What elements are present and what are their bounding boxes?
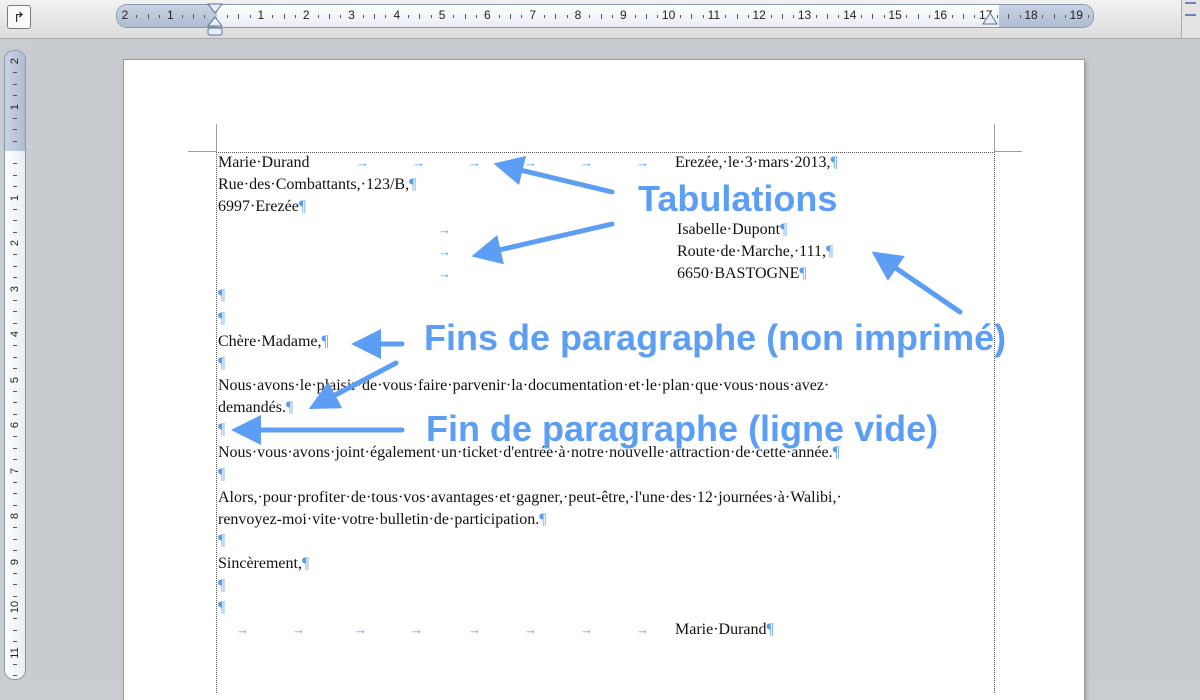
arrow-tabulations-1 (493, 155, 615, 195)
arrow-tabulations-2 (471, 221, 615, 265)
callout-paragraph-marks: Fins de paragraphe (non imprimé) (424, 317, 1007, 358)
arrow-pilcrow-address (871, 251, 963, 315)
callout-empty-line: Fin de paragraphe (ligne vide) (426, 408, 939, 449)
arrow-pilcrow-paragraph (308, 360, 399, 409)
callout-tabulations: Tabulations (638, 178, 838, 219)
